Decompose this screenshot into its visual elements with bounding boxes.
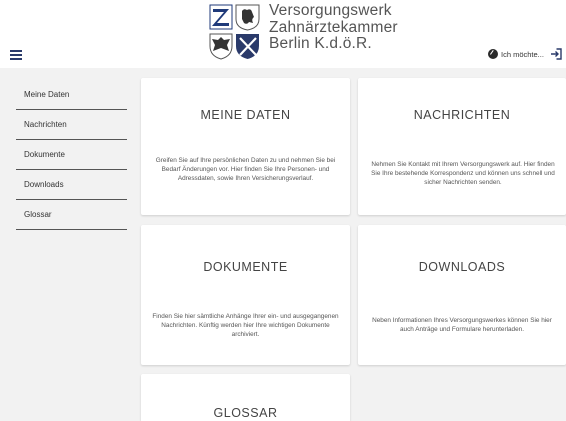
- sidebar-item-label: Nachrichten: [24, 120, 67, 129]
- card-description: Nehmen Sie Kontakt mit Ihrem Versorgungs…: [371, 161, 555, 186]
- logo-coat-of-arms: [209, 4, 260, 60]
- card-title: MEINE DATEN: [200, 108, 291, 122]
- card-dokumente[interactable]: DOKUMENTE Finden Sie hier sämtliche Anhä…: [141, 225, 350, 365]
- card-title: DOWNLOADS: [418, 260, 506, 274]
- logout-icon[interactable]: [550, 48, 562, 60]
- organization-name: Versorgungswerk Zahnärztekammer Berlin K…: [269, 2, 398, 53]
- sidebar-item-glossar[interactable]: Glossar: [16, 200, 127, 230]
- card-title: DOKUMENTE: [203, 260, 288, 274]
- card-downloads[interactable]: DOWNLOADS Neben Informationen Ihres Vers…: [358, 225, 566, 365]
- sidebar-item-meine-daten[interactable]: Meine Daten: [16, 80, 127, 110]
- sidebar-item-label: Meine Daten: [24, 90, 70, 99]
- hamburger-menu-icon[interactable]: [10, 50, 22, 60]
- sidebar-item-dokumente[interactable]: Dokumente: [16, 140, 127, 170]
- sidebar-item-nachrichten[interactable]: Nachrichten: [16, 110, 127, 140]
- sidebar-item-label: Glossar: [24, 210, 52, 219]
- action-menu-label: Ich möchte...: [501, 49, 544, 59]
- org-name-line-1: Versorgungswerk: [269, 2, 392, 19]
- sidebar: Meine Daten Nachrichten Dokumente Downlo…: [0, 68, 132, 421]
- card-description: Finden Sie hier sämtliche Anhänge Ihrer …: [152, 313, 339, 338]
- card-meine-daten[interactable]: MEINE DATEN Greifen Sie auf Ihre persönl…: [141, 78, 350, 215]
- pointer-badge-icon: [488, 49, 498, 59]
- sidebar-item-label: Dokumente: [24, 150, 65, 159]
- card-glossar[interactable]: GLOSSAR: [141, 374, 350, 421]
- sidebar-item-downloads[interactable]: Downloads: [16, 170, 127, 200]
- action-menu-button[interactable]: Ich möchte...: [488, 49, 544, 59]
- card-title: GLOSSAR: [213, 406, 278, 420]
- sidebar-item-label: Downloads: [24, 180, 64, 189]
- card-nachrichten[interactable]: NACHRICHTEN Nehmen Sie Kontakt mit Ihrem…: [358, 78, 566, 215]
- org-name-line-3: Berlin K.d.ö.R.: [269, 35, 372, 52]
- card-description: Neben Informationen Ihres Versorgungswer…: [372, 317, 552, 333]
- card-description: Greifen Sie auf Ihre persönlichen Daten …: [155, 157, 336, 182]
- org-name-line-2: Zahnärztekammer: [269, 18, 398, 36]
- card-title: NACHRICHTEN: [413, 108, 511, 122]
- header: Versorgungswerk Zahnärztekammer Berlin K…: [0, 0, 566, 68]
